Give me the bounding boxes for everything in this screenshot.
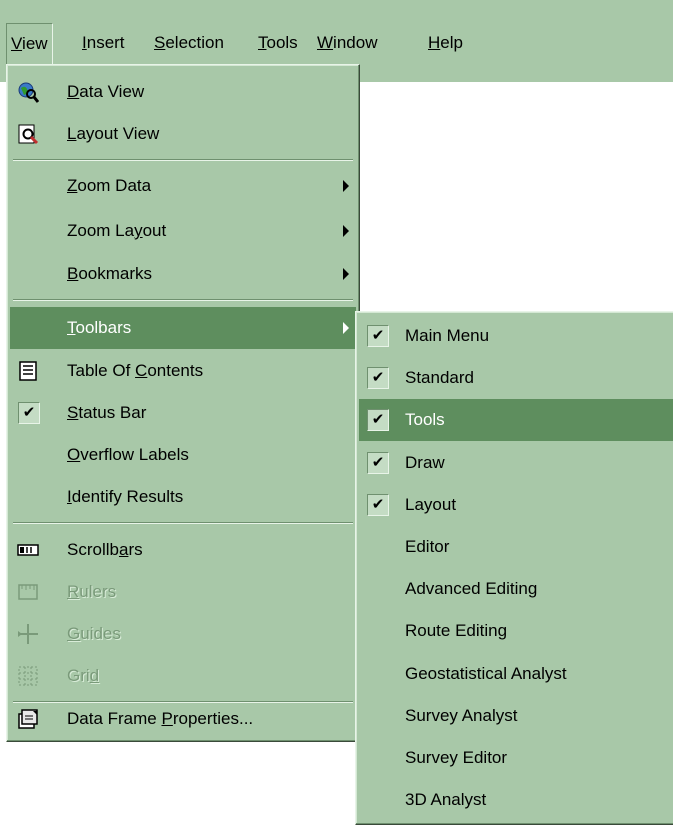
menu-view[interactable]: View [6,23,53,65]
menu-item-data-view-label: Data View [67,82,145,101]
guides-icon [18,624,38,644]
menu-item-zoom-data[interactable]: Zoom Data [10,165,356,207]
menu-item-bookmarks[interactable]: Bookmarks [10,253,356,295]
globe-magnifier-icon [18,82,39,103]
menu-item-grid-label: Grid [67,666,100,685]
submenu-arrow-icon [343,268,349,280]
toolbar-item-advanced-editing[interactable]: Advanced Editing [359,568,673,610]
menu-item-guides[interactable]: Guides [10,613,356,655]
page-magnifier-icon [18,124,39,145]
toolbar-item-label: Editor [405,537,450,556]
toolbar-item-label: Geostatistical Analyst [405,663,567,683]
menu-selection[interactable]: Selection [150,23,228,63]
menu-item-bookmarks-label: Bookmarks [67,264,153,283]
menu-item-status-bar-label: Status Bar [67,403,147,422]
ruler-icon [18,584,38,600]
grid-icon [18,666,38,686]
menu-item-data-view[interactable]: Data View [10,71,356,113]
menu-item-toolbars-label: Toolbars [67,318,132,337]
menu-tools[interactable]: Tools [254,23,302,63]
toolbars-submenu: ✔ Main Menu ✔ Standard ✔ Tools ✔ Draw ✔ Layout Edi… [355,311,673,825]
menu-item-overflow-labels[interactable]: Overflow Labels [10,434,356,476]
menu-view-label: iew [22,34,48,53]
submenu-arrow-icon [343,225,349,237]
toolbar-item-main-menu[interactable]: ✔ Main Menu [359,315,673,357]
menu-item-zoom-layout-label: Zoom Layout [67,221,167,240]
submenu-arrow-icon [343,322,349,334]
menu-item-identify-results[interactable]: Identify Results [10,476,356,518]
toolbar-item-route-editing[interactable]: Route Editing [359,610,673,652]
toolbar-item-standard[interactable]: ✔ Standard [359,357,673,399]
menu-item-zoom-layout[interactable]: Zoom Layout [10,210,356,252]
toolbar-item-survey-analyst[interactable]: Survey Analyst [359,695,673,737]
menu-item-overflow-labels-label: Overflow Labels [67,445,189,464]
menu-item-identify-results-label: Identify Results [67,487,184,506]
checkmark-icon: ✔ [367,367,389,390]
menu-item-zoom-data-label: Zoom Data [67,176,152,195]
menu-item-rulers-label: Rulers [67,582,117,601]
menu-tools-mnemonic: T [258,33,267,52]
toolbar-item-geostatistical-analyst[interactable]: Geostatistical Analyst [359,653,673,695]
toolbar-item-tools[interactable]: ✔ Tools [359,399,673,442]
menu-window-label: indow [333,33,378,52]
menu-item-rulers[interactable]: Rulers [10,571,356,613]
properties-icon [18,709,38,729]
menu-item-data-frame-properties[interactable]: Data Frame Properties... [10,698,356,740]
submenu-arrow-icon [343,180,349,192]
toolbar-item-label: Draw [405,452,445,472]
toolbar-item-survey-editor[interactable]: Survey Editor [359,737,673,779]
toolbar-item-label: Main Menu [405,326,490,345]
toolbar-item-draw[interactable]: ✔ Draw [359,442,673,484]
menu-separator [13,299,353,301]
menu-window[interactable]: Window [313,23,381,63]
toolbar-item-label: Standard [405,368,474,388]
menu-help-mnemonic: H [428,33,441,52]
checkmark-icon: ✔ [367,451,389,474]
checkmark-icon: ✔ [367,493,389,516]
menu-item-table-of-contents-label: Table Of Contents [67,361,204,380]
toolbar-item-3d-analyst[interactable]: 3D Analyst [359,779,673,821]
toolbar-item-editor[interactable]: Editor [359,526,673,568]
menu-help[interactable]: Help [424,23,467,63]
menu-item-layout-view-label: Layout View [67,124,160,143]
menu-item-layout-view[interactable]: Layout View [10,113,356,155]
menu-tools-label: ools [266,33,298,52]
menu-item-status-bar[interactable]: ✔ Status Bar [10,392,356,434]
checkmark-icon: ✔ [367,325,389,347]
menu-selection-label: election [165,33,224,52]
checkmark-icon: ✔ [18,402,40,424]
scrollbar-icon [17,544,39,556]
toolbar-item-label: 3D Analyst [405,790,487,810]
menu-selection-mnemonic: S [154,33,166,52]
menu-item-scrollbars-label: Scrollbars [67,540,143,559]
document-list-icon [19,361,37,381]
toolbar-item-label: Survey Analyst [405,705,518,725]
checkmark-icon: ✔ [367,409,389,432]
view-menu-dropdown: Data View Layout View Zoom Data Zoom Lay… [6,64,360,742]
menu-window-mnemonic: W [317,33,334,52]
menu-view-mnemonic: V [11,34,23,53]
toolbar-item-label: Advanced Editing [405,579,538,599]
menu-item-grid[interactable]: Grid [10,655,356,697]
toolbar-item-layout[interactable]: ✔ Layout [359,484,673,526]
toolbar-item-label: Route Editing [405,621,508,641]
menu-item-table-of-contents[interactable]: Table Of Contents [10,350,356,392]
menu-item-data-frame-properties-label: Data Frame Properties... [67,709,254,728]
menu-item-scrollbars[interactable]: Scrollbars [10,529,356,571]
toolbar-item-label: Layout [405,494,457,514]
toolbar-item-label: Tools [405,410,445,430]
menu-separator [13,522,353,524]
menu-insert[interactable]: Insert [78,23,129,63]
menu-item-toolbars[interactable]: Toolbars [10,307,356,349]
menu-separator [13,159,353,161]
toolbar-item-label: Survey Editor [405,748,508,767]
menu-help-label: elp [440,33,463,52]
menu-item-guides-label: Guides [67,624,121,643]
menu-insert-label: nsert [86,33,125,52]
